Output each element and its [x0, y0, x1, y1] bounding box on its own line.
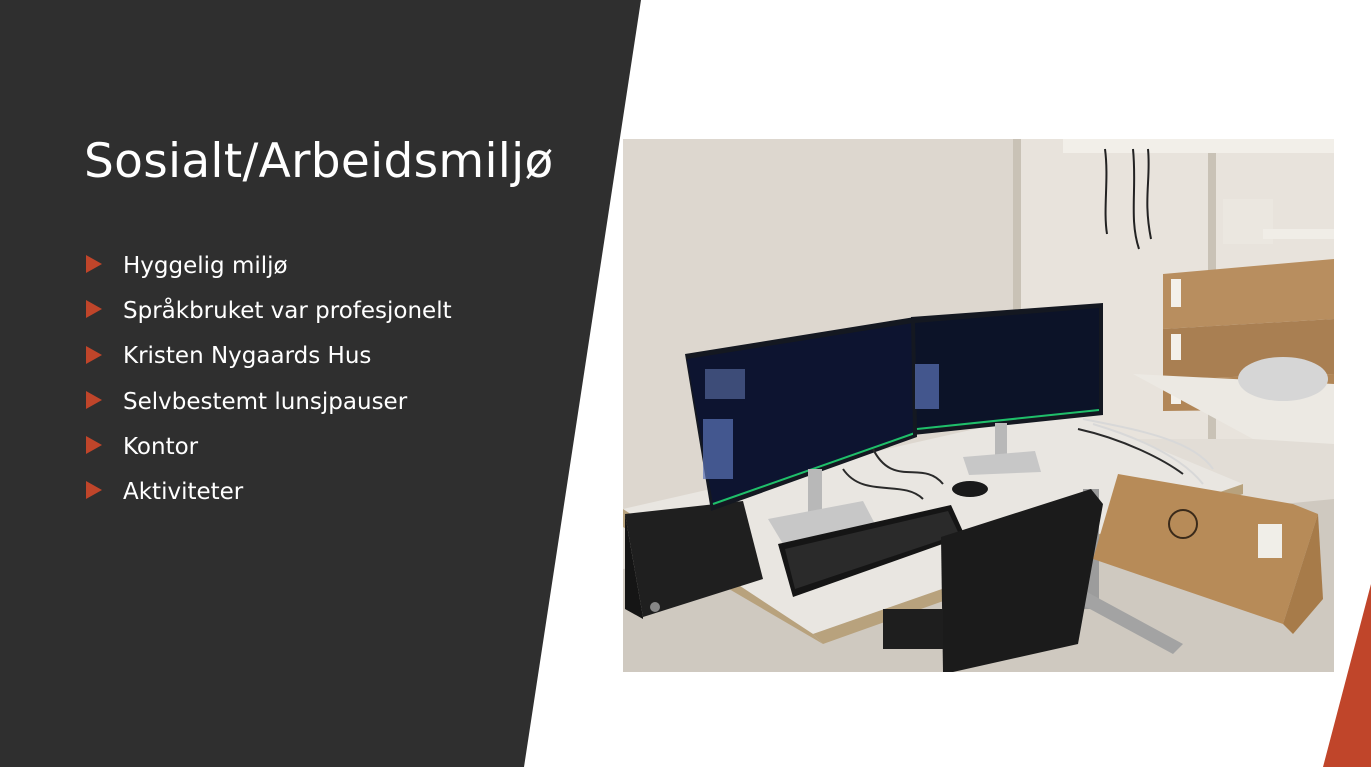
slide: Sosialt/Arbeidsmiljø Hyggelig miljø Språ…: [0, 0, 1371, 767]
accent-stripe: [1323, 584, 1371, 767]
